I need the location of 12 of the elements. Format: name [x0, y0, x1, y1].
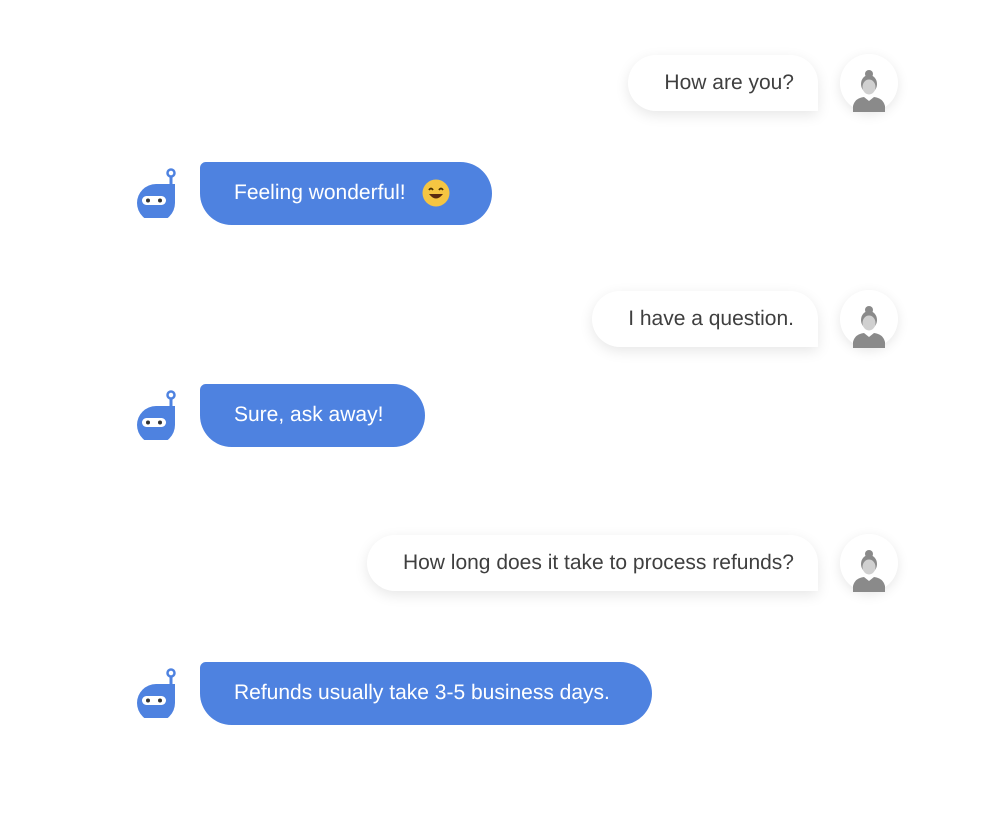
robot-icon — [136, 168, 178, 218]
person-icon — [851, 304, 887, 348]
person-icon — [851, 68, 887, 112]
robot-icon — [136, 668, 178, 718]
message-text: Refunds usually take 3-5 business days. — [234, 680, 610, 706]
message-text: Sure, ask away! — [234, 402, 384, 428]
message-text: I have a question. — [628, 306, 794, 332]
message-text: How long does it take to process refunds? — [402, 550, 794, 576]
robot-icon — [136, 390, 178, 440]
person-icon — [851, 548, 887, 592]
message-text: Feeling wonderful! — [234, 180, 406, 206]
message-text: How are you? — [664, 70, 794, 96]
